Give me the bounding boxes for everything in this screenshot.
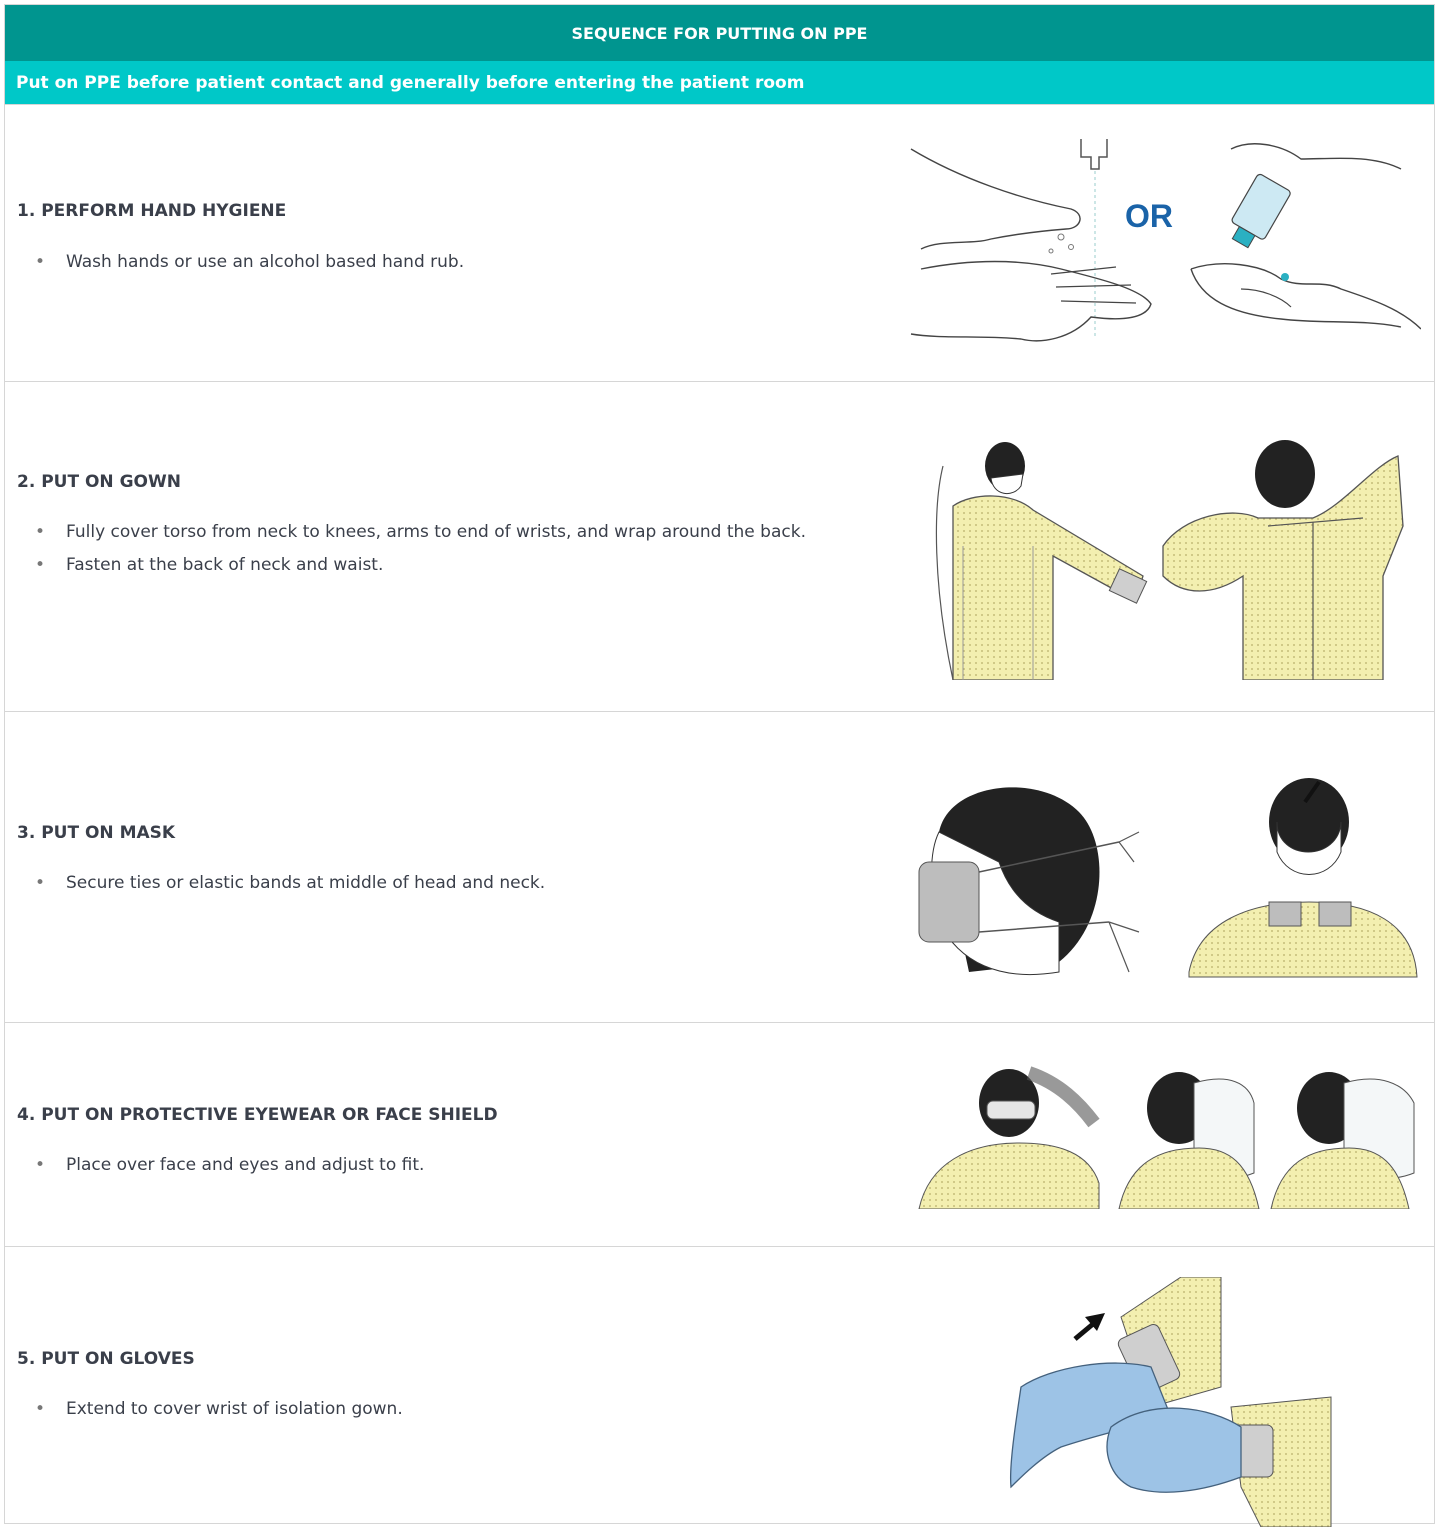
mask-illustration	[918, 778, 1418, 978]
step-bullets: Secure ties or elastic bands at middle o…	[5, 869, 865, 898]
or-label: OR	[1125, 198, 1173, 234]
step-bullets: Wash hands or use an alcohol based hand …	[5, 248, 865, 277]
gown-illustration	[935, 440, 1404, 680]
step-bullets: Extend to cover wrist of isolation gown.	[5, 1395, 865, 1424]
eyewear-illustration	[918, 1066, 1415, 1209]
bullet-item: Extend to cover wrist of isolation gown.	[5, 1395, 865, 1424]
step-bullets: Fully cover torso from neck to knees, ar…	[5, 518, 865, 580]
bullet-item: Fasten at the back of neck and waist.	[5, 551, 865, 580]
ppe-sequence-table: SEQUENCE FOR PUTTING ON PPE Put on PPE b…	[4, 4, 1435, 1527]
step-mask: 3. PUT ON MASK Secure ties or elastic ba…	[5, 711, 1434, 1022]
bullet-item: Wash hands or use an alcohol based hand …	[5, 248, 865, 277]
step-heading: 4. PUT ON PROTECTIVE EYEWEAR OR FACE SHI…	[17, 1105, 498, 1125]
bullet-item: Place over face and eyes and adjust to f…	[5, 1151, 865, 1180]
step-hand-hygiene: 1. PERFORM HAND HYGIENE Wash hands or us…	[5, 104, 1434, 381]
step-heading: 3. PUT ON MASK	[17, 823, 176, 843]
table-title: SEQUENCE FOR PUTTING ON PPE	[5, 5, 1434, 61]
step-gown: 2. PUT ON GOWN Fully cover torso from ne…	[5, 381, 1434, 711]
step-heading: 2. PUT ON GOWN	[17, 472, 181, 492]
step-heading: 1. PERFORM HAND HYGIENE	[17, 201, 287, 221]
bullet-item: Secure ties or elastic bands at middle o…	[5, 869, 865, 898]
step-bullets: Place over face and eyes and adjust to f…	[5, 1151, 865, 1180]
table-subtitle: Put on PPE before patient contact and ge…	[5, 61, 1434, 104]
bullet-item: Fully cover torso from neck to knees, ar…	[5, 518, 865, 547]
gloves-illustration	[1009, 1277, 1332, 1527]
step-heading: 5. PUT ON GLOVES	[17, 1349, 195, 1369]
step-eyewear: 4. PUT ON PROTECTIVE EYEWEAR OR FACE SHI…	[5, 1022, 1434, 1246]
hand-hygiene-illustration: OR	[910, 139, 1421, 342]
step-gloves: 5. PUT ON GLOVES Extend to cover wrist o…	[5, 1246, 1434, 1527]
